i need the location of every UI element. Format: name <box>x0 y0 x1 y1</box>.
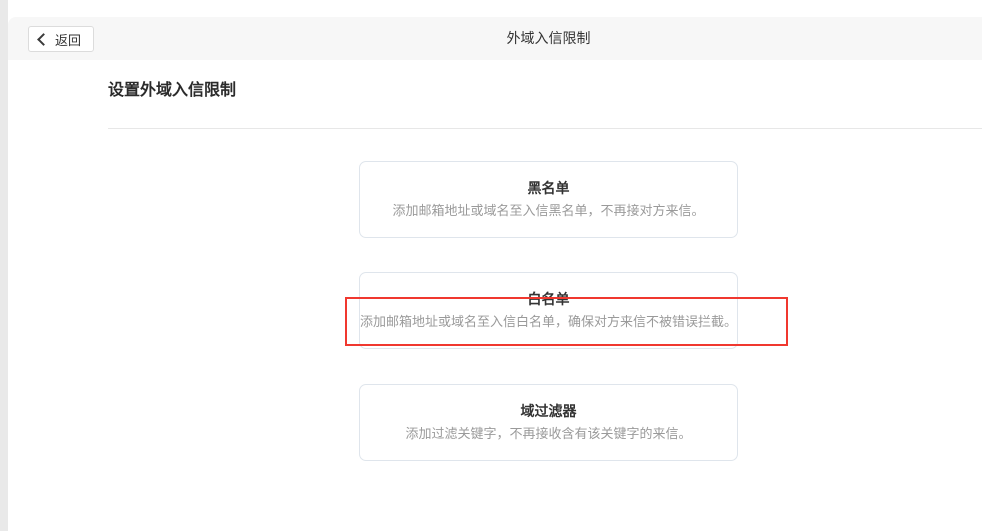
settings-panel: 返回 外域入信限制 设置外域入信限制 黑名单 添加邮箱地址或域名至入信黑名单，不… <box>8 17 982 531</box>
panel-header: 返回 外域入信限制 <box>8 17 982 60</box>
heading-divider <box>108 128 982 129</box>
page-title: 外域入信限制 <box>8 17 982 60</box>
card-domain-filter-description: 添加过滤关键字，不再接收含有该关键字的来信。 <box>360 424 737 444</box>
card-whitelist[interactable]: 白名单 添加邮箱地址或域名至入信白名单，确保对方来信不被错误拦截。 <box>359 272 738 349</box>
card-whitelist-title: 白名单 <box>360 289 737 309</box>
section-heading: 设置外域入信限制 <box>108 81 236 101</box>
card-blacklist[interactable]: 黑名单 添加邮箱地址或域名至入信黑名单，不再接对方来信。 <box>359 161 738 238</box>
background-left-strip <box>0 0 8 531</box>
card-domain-filter-title: 域过滤器 <box>360 401 737 421</box>
card-domain-filter[interactable]: 域过滤器 添加过滤关键字，不再接收含有该关键字的来信。 <box>359 384 738 461</box>
card-blacklist-description: 添加邮箱地址或域名至入信黑名单，不再接对方来信。 <box>360 201 737 221</box>
card-whitelist-description: 添加邮箱地址或域名至入信白名单，确保对方来信不被错误拦截。 <box>360 312 737 332</box>
card-blacklist-title: 黑名单 <box>360 178 737 198</box>
